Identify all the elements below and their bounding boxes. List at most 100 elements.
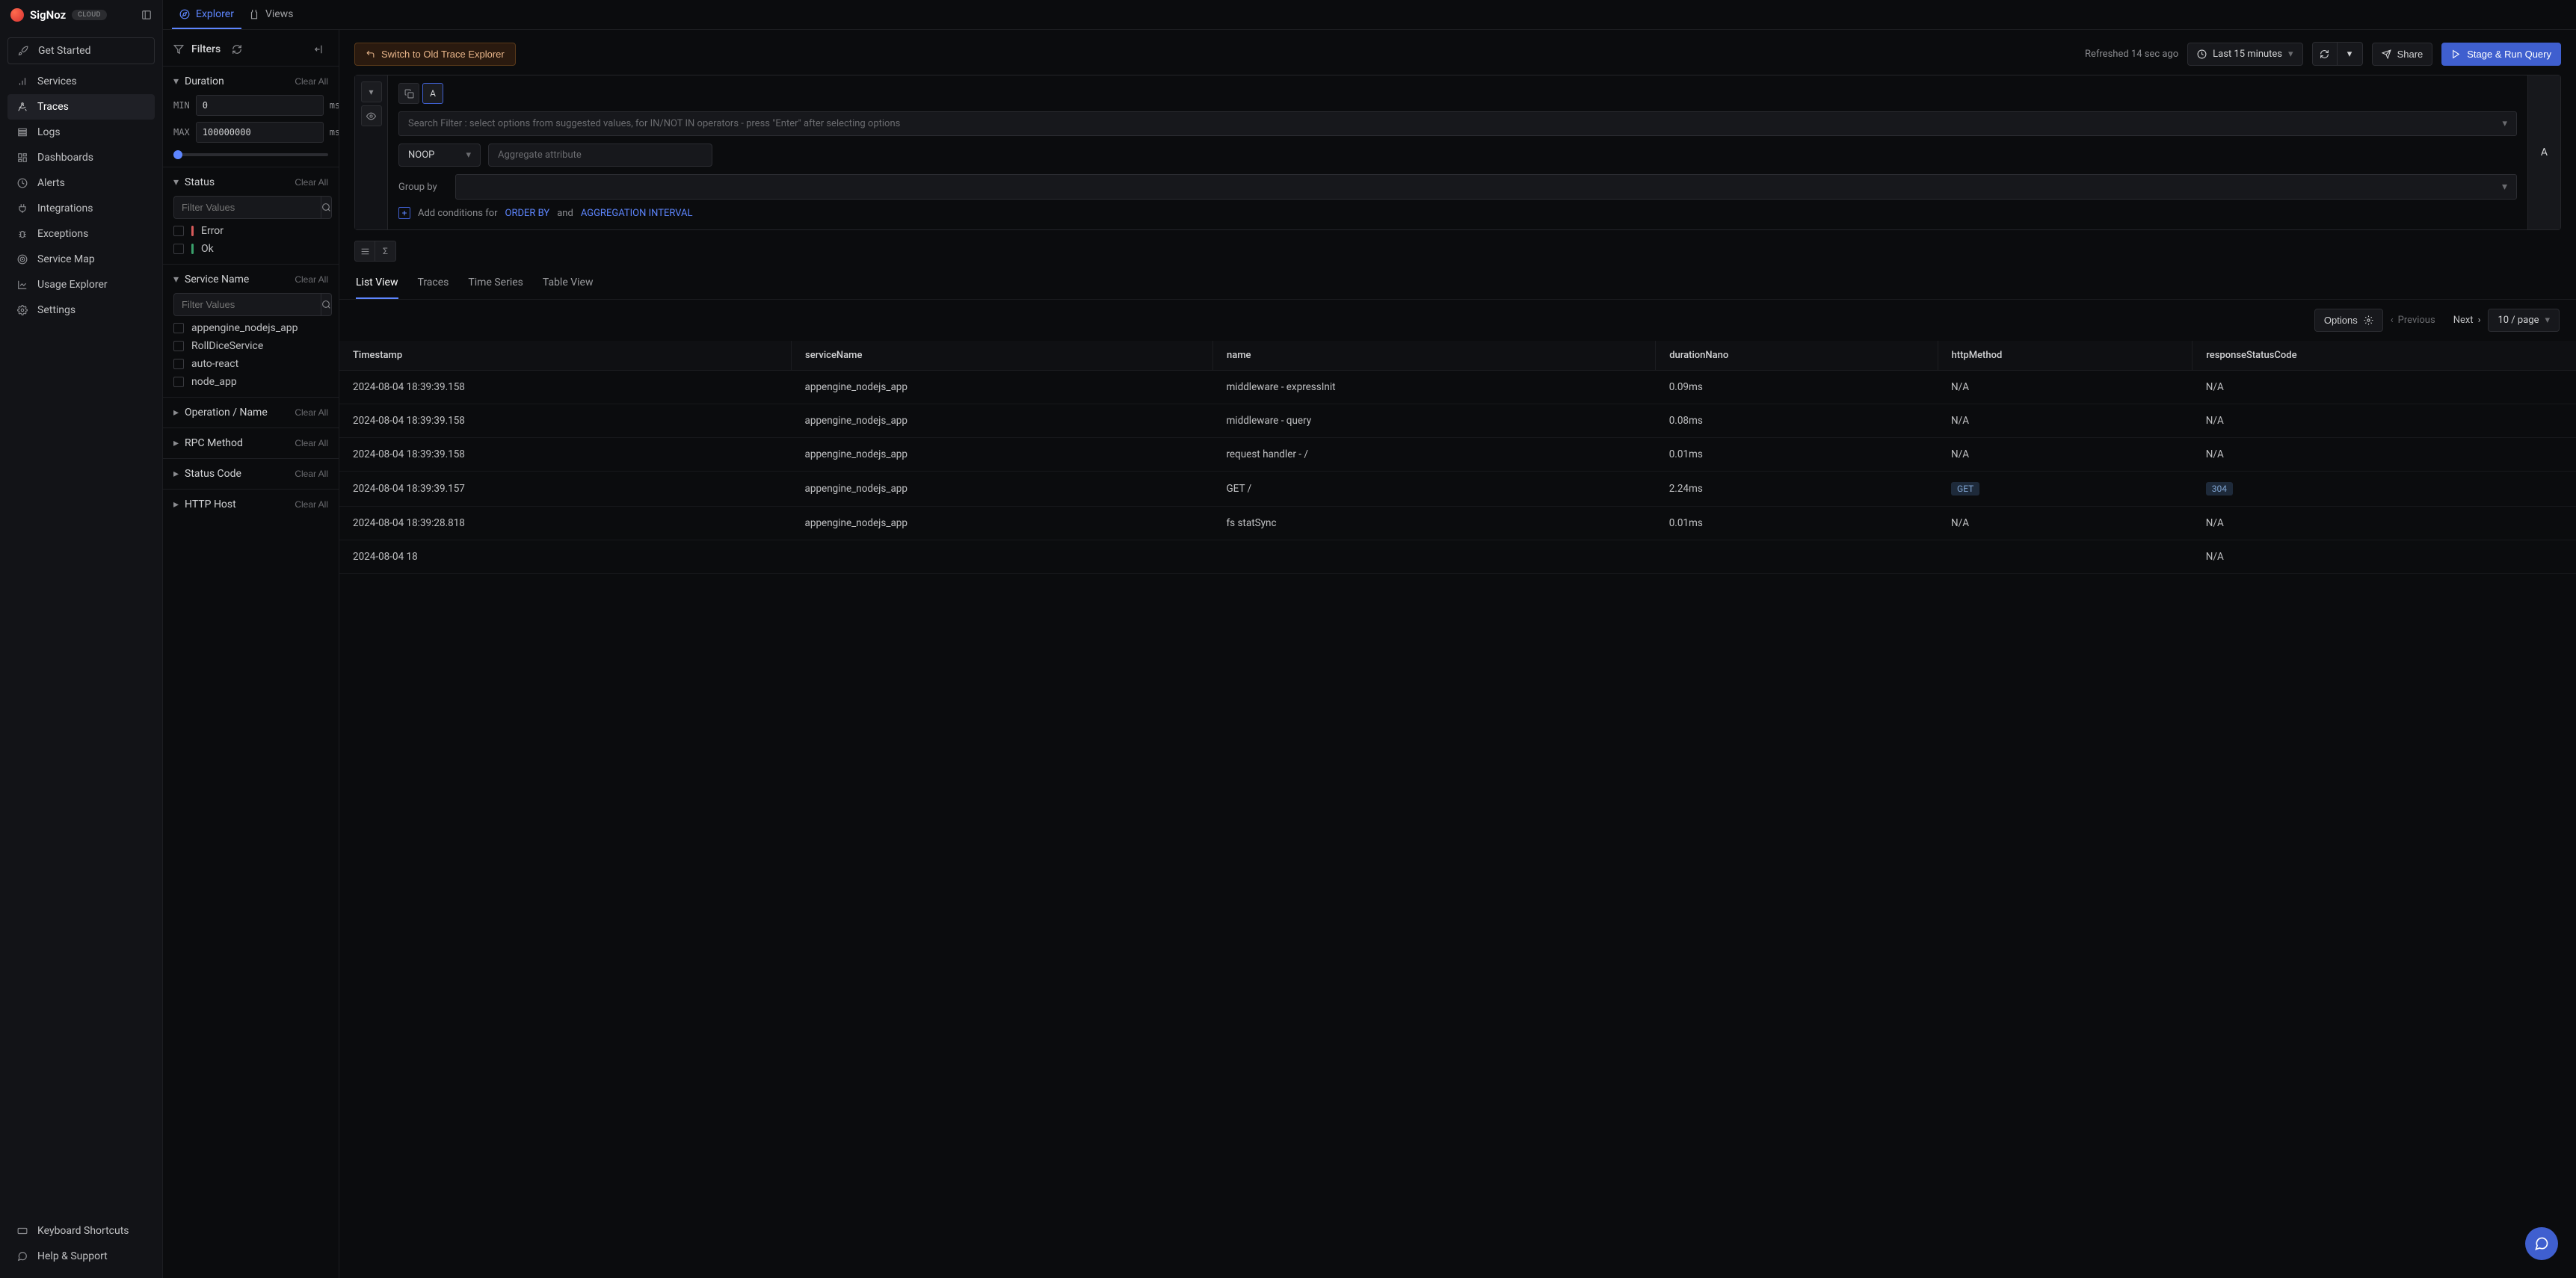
facet-status-header[interactable]: ▾ Status Clear All <box>173 176 328 188</box>
nav-label: Logs <box>37 126 61 138</box>
duration-slider[interactable] <box>173 153 328 156</box>
clear-all-rpc-method[interactable]: Clear All <box>295 438 328 448</box>
facet-duration-header[interactable]: ▾ Duration Clear All <box>173 75 328 87</box>
status-search-button[interactable] <box>321 196 332 219</box>
clear-all-service-name[interactable]: Clear All <box>295 274 328 285</box>
bug-icon <box>16 228 28 240</box>
table-row[interactable]: 2024-08-04 18N/A <box>339 540 2576 574</box>
raw-format-button[interactable] <box>354 241 375 262</box>
service-name-item[interactable]: auto-react <box>173 358 328 370</box>
sidebar-item-alerts[interactable]: Alerts <box>7 170 155 196</box>
facet-service-name-header[interactable]: ▾ Service Name Clear All <box>173 274 328 285</box>
share-button[interactable]: Share <box>2372 43 2433 66</box>
sigma-format-button[interactable]: Σ <box>375 241 396 262</box>
sidebar-collapse-icon[interactable] <box>141 10 152 20</box>
facet-rpc-method-header[interactable]: ▸ RPC Method Clear All <box>173 437 328 449</box>
filters-collapse-button[interactable] <box>310 40 328 58</box>
result-tab-traces[interactable]: Traces <box>418 272 449 299</box>
query-letter-chip[interactable]: A <box>422 83 443 104</box>
options-button[interactable]: Options <box>2314 309 2383 332</box>
chevron-down-icon[interactable]: ▾ <box>361 81 382 102</box>
status-ok-checkbox[interactable]: Ok <box>173 243 328 255</box>
aggregate-attribute-input[interactable]: Aggregate attribute <box>488 143 712 167</box>
sidebar-item-usage-explorer[interactable]: Usage Explorer <box>7 272 155 297</box>
facet-operation-name-header[interactable]: ▸ Operation / Name Clear All <box>173 407 328 419</box>
result-tab-table-view[interactable]: Table View <box>543 272 594 299</box>
search-filter-input[interactable]: Search Filter : select options from sugg… <box>398 111 2517 136</box>
per-page-select[interactable]: 10 / page ▾ <box>2488 309 2560 332</box>
status-error-checkbox[interactable]: Error <box>173 225 328 237</box>
status-filter-input[interactable] <box>173 196 321 219</box>
sidebar-item-settings[interactable]: Settings <box>7 297 155 323</box>
cell-method: N/A <box>1938 438 2193 472</box>
col-httpmethod[interactable]: httpMethod <box>1938 341 2193 371</box>
service-name-search-button[interactable] <box>321 293 332 316</box>
facet-status-code-header[interactable]: ▸ Status Code Clear All <box>173 468 328 480</box>
result-tab-time-series[interactable]: Time Series <box>468 272 523 299</box>
clear-all-status[interactable]: Clear All <box>295 177 328 188</box>
facet-title: Status <box>185 176 215 188</box>
col-timestamp[interactable]: Timestamp <box>339 341 792 371</box>
service-name-item[interactable]: appengine_nodejs_app <box>173 322 328 334</box>
sidebar-item-help-support[interactable]: Help & Support <box>7 1244 155 1269</box>
clear-all-status-code[interactable]: Clear All <box>295 469 328 479</box>
sidebar-item-services[interactable]: Services <box>7 69 155 94</box>
eye-icon[interactable] <box>361 105 382 126</box>
switch-old-explorer-button[interactable]: Switch to Old Trace Explorer <box>354 43 516 66</box>
agg-interval-link[interactable]: AGGREGATION INTERVAL <box>581 208 693 219</box>
max-input[interactable] <box>196 122 324 143</box>
service-name-item[interactable]: node_app <box>173 376 328 388</box>
tab-explorer[interactable]: Explorer <box>172 0 241 29</box>
sidebar-item-logs[interactable]: Logs <box>7 120 155 145</box>
result-tab-list-view[interactable]: List View <box>356 272 398 299</box>
clear-all-operation-name[interactable]: Clear All <box>295 407 328 418</box>
clear-all-http-host[interactable]: Clear All <box>295 499 328 510</box>
next-label[interactable]: Next <box>2453 315 2474 326</box>
chevron-right-icon[interactable]: › <box>2478 315 2481 326</box>
chat-fab[interactable] <box>2525 1227 2558 1260</box>
copy-icon[interactable] <box>398 83 419 104</box>
col-servicename[interactable]: serviceName <box>792 341 1213 371</box>
table-row[interactable]: 2024-08-04 18:39:28.818appengine_nodejs_… <box>339 507 2576 540</box>
group-by-input[interactable]: ▾ <box>455 174 2517 200</box>
sidebar-item-integrations[interactable]: Integrations <box>7 196 155 221</box>
sidebar-item-keyboard-shortcuts[interactable]: Keyboard Shortcuts <box>7 1218 155 1244</box>
builder-gutter: ▾ <box>355 75 388 229</box>
stage-run-query-button[interactable]: Stage & Run Query <box>2441 43 2561 66</box>
chevron-left-icon[interactable]: ‹ <box>2391 315 2394 326</box>
service-name-item[interactable]: RollDiceService <box>173 340 328 352</box>
cell-ts: 2024-08-04 18:39:39.158 <box>339 404 792 438</box>
noop-select[interactable]: NOOP ▾ <box>398 143 481 167</box>
facet-title: Service Name <box>185 274 249 285</box>
radar-icon <box>16 253 28 265</box>
previous-label[interactable]: Previous <box>2398 315 2435 326</box>
refresh-dropdown-button[interactable]: ▾ <box>2338 42 2363 66</box>
order-by-link[interactable]: ORDER BY <box>505 208 550 219</box>
refresh-button[interactable] <box>2312 42 2338 66</box>
col-durationnano[interactable]: durationNano <box>1656 341 1938 371</box>
table-row[interactable]: 2024-08-04 18:39:39.158appengine_nodejs_… <box>339 371 2576 404</box>
sidebar-item-get-started[interactable]: Get Started <box>7 37 155 64</box>
facet-http-host-header[interactable]: ▸ HTTP Host Clear All <box>173 498 328 510</box>
sidebar-item-dashboards[interactable]: Dashboards <box>7 145 155 170</box>
sidebar-item-service-map[interactable]: Service Map <box>7 247 155 272</box>
service-name-filter-input[interactable] <box>173 293 321 316</box>
send-icon <box>2382 49 2391 59</box>
table-row[interactable]: 2024-08-04 18:39:39.158appengine_nodejs_… <box>339 438 2576 472</box>
add-conditions-row[interactable]: + Add conditions for ORDER BY and AGGREG… <box>398 207 2517 219</box>
time-range-select[interactable]: Last 15 minutes ▾ <box>2187 43 2302 66</box>
sidebar-item-traces[interactable]: Traces <box>7 94 155 120</box>
tab-views[interactable]: Views <box>241 0 301 29</box>
filters-panel: Filters ▾ Duration Clear All MIN ms <box>163 30 339 1278</box>
cell-code: N/A <box>2193 371 2576 404</box>
sidebar-item-exceptions[interactable]: Exceptions <box>7 221 155 247</box>
slider-thumb-icon[interactable] <box>173 150 182 159</box>
table-row[interactable]: 2024-08-04 18:39:39.158appengine_nodejs_… <box>339 404 2576 438</box>
col-name[interactable]: name <box>1212 341 1655 371</box>
results-table-wrap[interactable]: Timestamp serviceName name durationNano … <box>339 341 2576 1278</box>
filters-refresh-button[interactable] <box>228 40 246 58</box>
table-row[interactable]: 2024-08-04 18:39:39.157appengine_nodejs_… <box>339 472 2576 507</box>
col-responsestatuscode[interactable]: responseStatusCode <box>2193 341 2576 371</box>
min-input[interactable] <box>196 95 324 116</box>
clear-all-duration[interactable]: Clear All <box>295 76 328 87</box>
